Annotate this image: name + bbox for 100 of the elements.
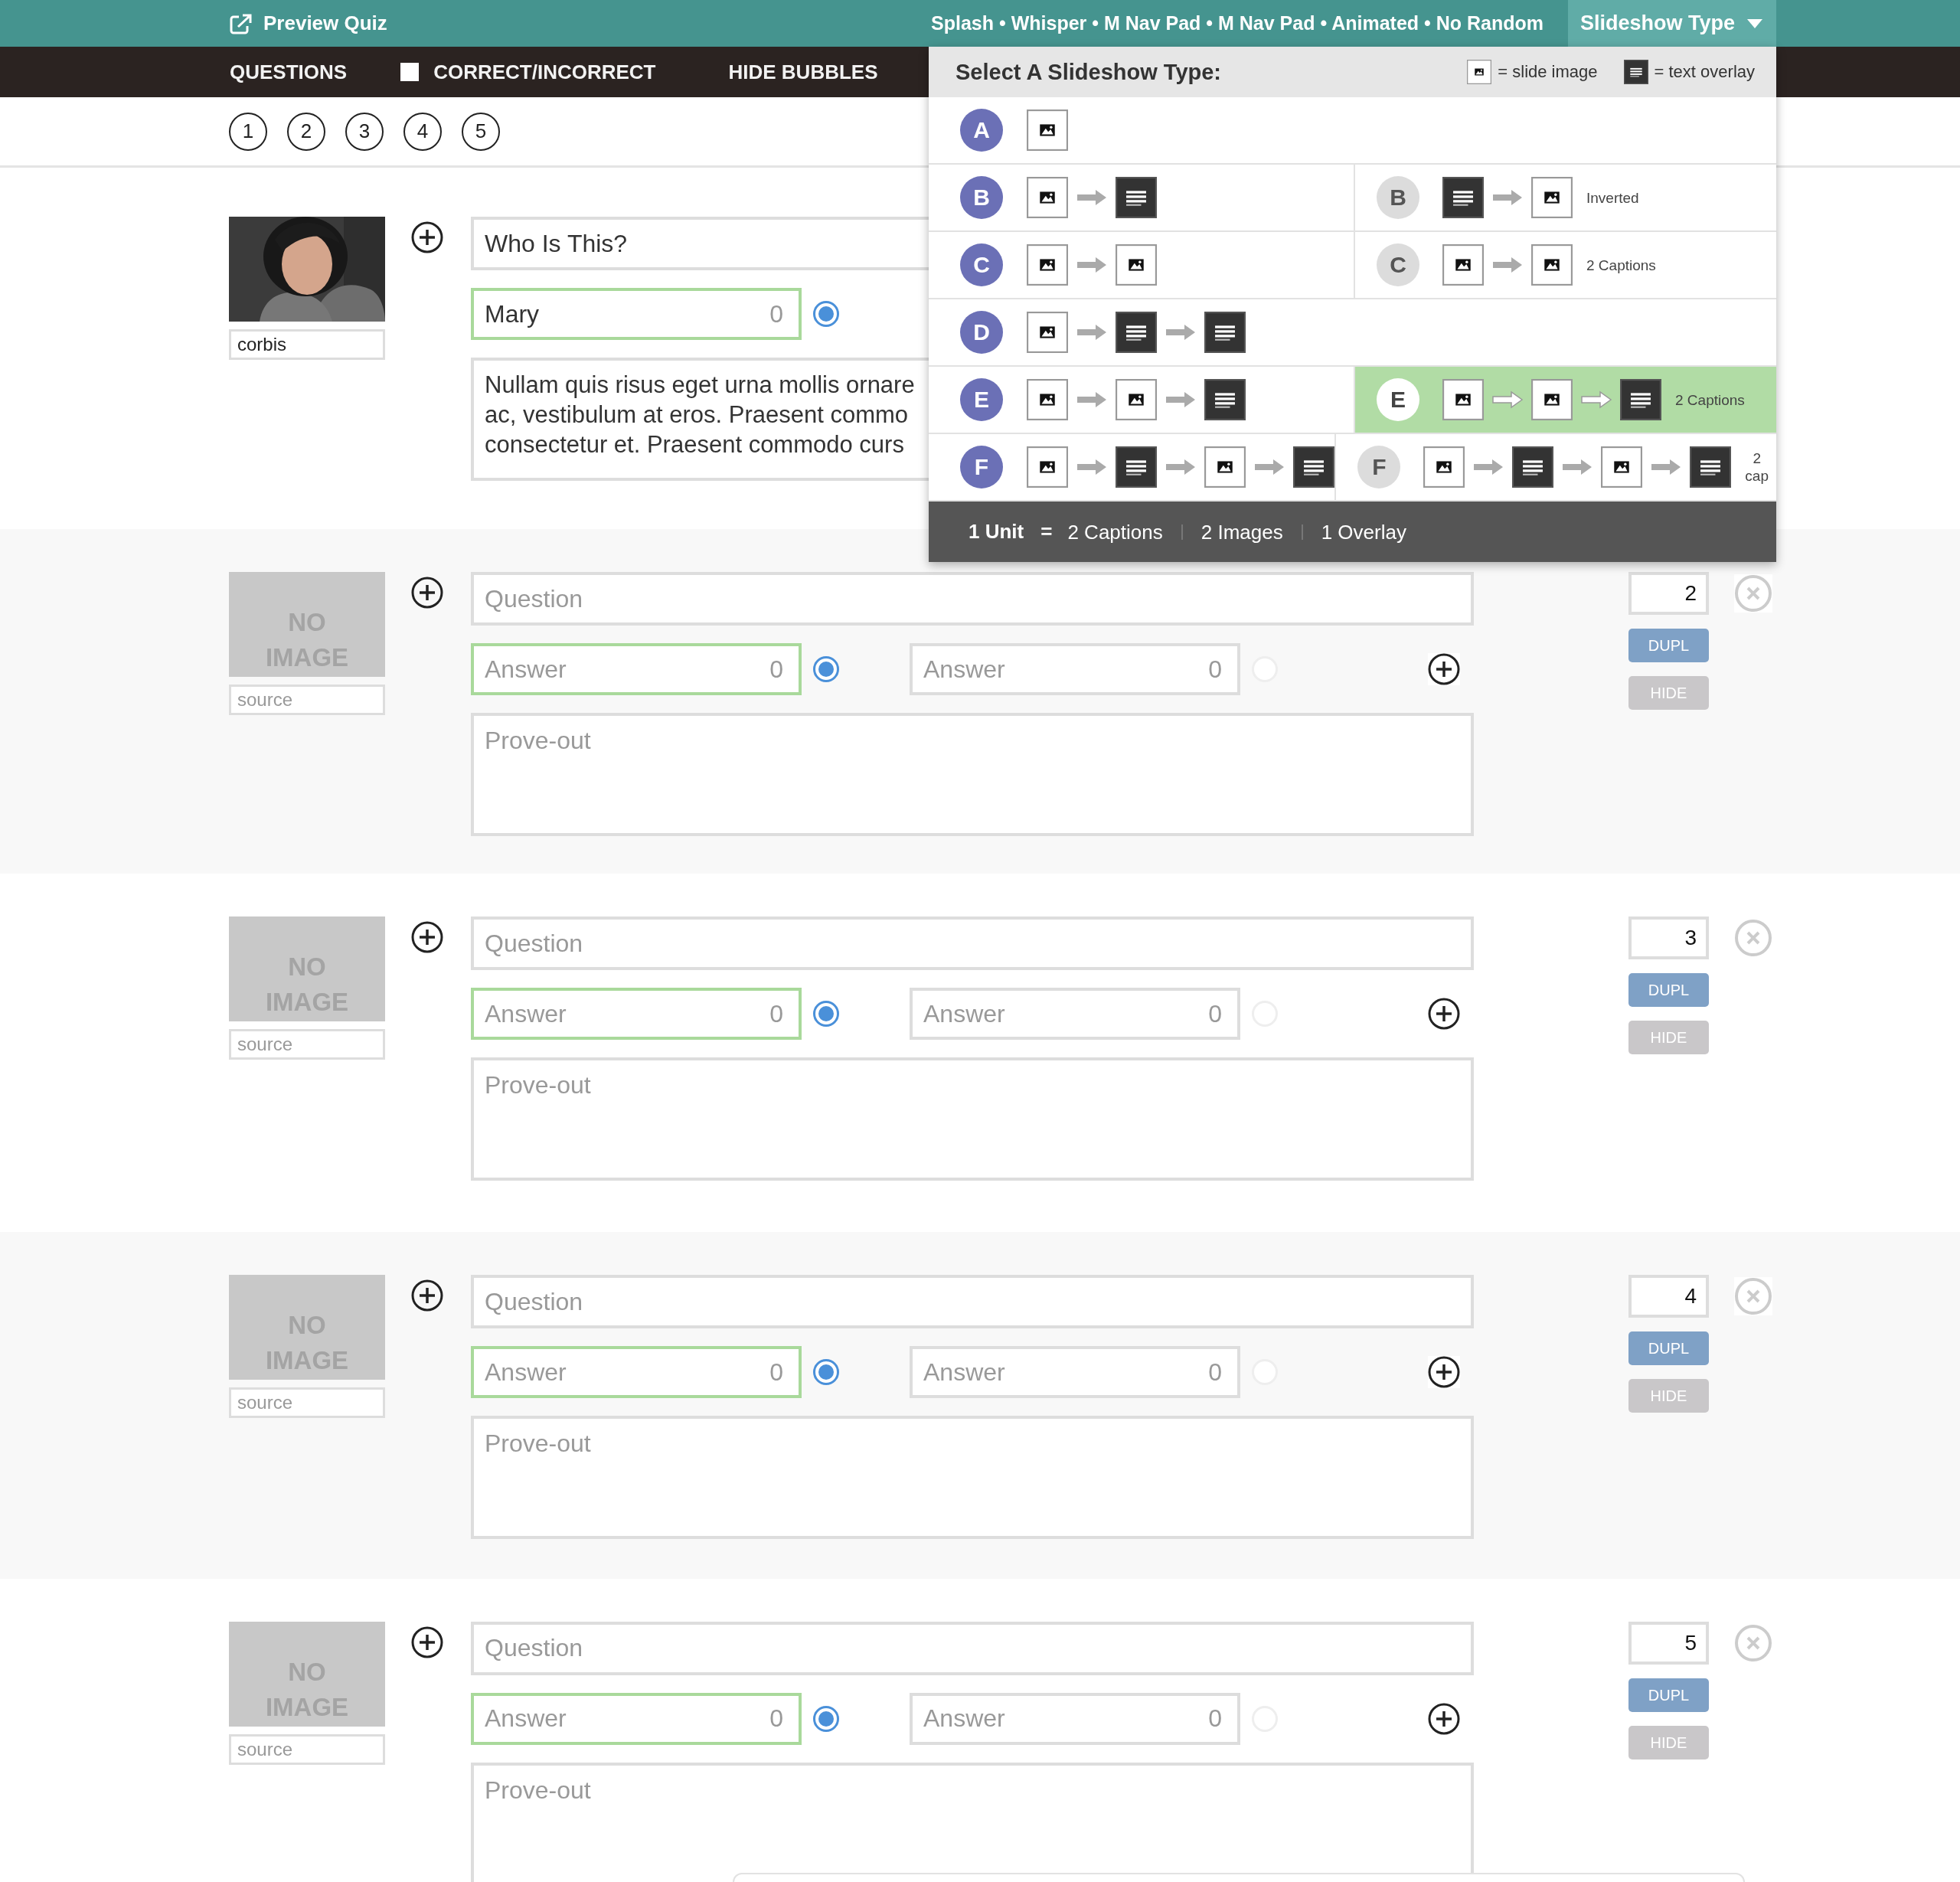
option-note: 2 Captions xyxy=(1675,390,1745,409)
prove-out-field[interactable]: Prove-out xyxy=(471,1762,1474,1882)
answer-field[interactable]: Answer 0 xyxy=(910,643,1240,695)
arrow-icon xyxy=(1491,188,1524,207)
nav-link[interactable]: QUESTIONS xyxy=(230,60,348,84)
image-frame-icon xyxy=(1116,379,1157,420)
slideshow-option[interactable]: B Inverted xyxy=(1355,165,1776,230)
text-overlay-icon xyxy=(1204,312,1246,353)
answer-field[interactable]: Answer 0 xyxy=(910,988,1240,1040)
question-number-button[interactable]: 1 xyxy=(229,112,267,151)
text-overlay-icon xyxy=(1116,446,1157,488)
source-field[interactable]: source xyxy=(229,1387,385,1418)
correct-radio[interactable] xyxy=(813,1359,839,1385)
nav-label[interactable]: CORRECT/INCORRECT xyxy=(433,60,656,84)
question-number-button[interactable]: 3 xyxy=(345,112,384,151)
source-field[interactable]: source xyxy=(229,1029,385,1060)
answer-field[interactable]: Answer 0 xyxy=(471,988,802,1040)
arrow-icon xyxy=(1076,188,1108,207)
points-label: 0 xyxy=(769,999,783,1028)
correct-radio[interactable] xyxy=(813,1705,839,1732)
slideshow-option[interactable]: E xyxy=(929,367,1355,433)
slideshow-option[interactable]: F 2 cap xyxy=(1336,434,1776,500)
points-label: 0 xyxy=(1208,999,1222,1028)
text-overlay-icon xyxy=(1116,312,1157,353)
source-field[interactable]: source xyxy=(229,685,385,715)
legend-label: = text overlay xyxy=(1654,62,1755,82)
image-frame-icon xyxy=(1531,177,1573,218)
question-field[interactable]: Question xyxy=(471,1275,1474,1328)
question-number-button[interactable]: 4 xyxy=(403,112,442,151)
points-label: 0 xyxy=(769,655,783,684)
source-field[interactable]: source xyxy=(229,1734,385,1765)
slideshow-option[interactable]: C 2 Captions xyxy=(1355,232,1776,298)
legend-label: = slide image xyxy=(1498,62,1598,82)
correct-radio[interactable] xyxy=(813,301,839,327)
question-number-button[interactable]: 2 xyxy=(287,112,325,151)
add-icon[interactable] xyxy=(411,577,443,609)
image-frame-icon xyxy=(1027,312,1068,353)
checkbox[interactable] xyxy=(400,63,420,81)
slideshow-option[interactable]: C xyxy=(929,232,1355,298)
points-label: 0 xyxy=(1208,1704,1222,1733)
answer-field[interactable]: Answer 0 xyxy=(910,1346,1240,1398)
add-icon[interactable] xyxy=(411,1626,443,1658)
letter-badge: C xyxy=(1377,243,1419,286)
add-answer-icon[interactable] xyxy=(1428,653,1460,685)
image-frame-icon xyxy=(1601,446,1643,488)
question-field[interactable]: Question xyxy=(471,916,1474,970)
slideshow-option[interactable]: B xyxy=(929,165,1355,230)
answer-field[interactable]: Answer 0 xyxy=(471,1346,802,1398)
prove-out-field[interactable]: Prove-out xyxy=(471,1416,1474,1539)
answer-field[interactable]: Answer 0 xyxy=(910,1692,1240,1745)
menu-title: Select A Slideshow Type: xyxy=(956,59,1221,85)
answer-field[interactable]: Mary 0 xyxy=(471,288,802,340)
text-overlay-icon xyxy=(1512,446,1554,488)
nav-link[interactable]: HIDE BUBBLES xyxy=(728,60,878,84)
order-number-field[interactable]: 4 xyxy=(1628,1275,1709,1318)
slideshow-type-dropdown[interactable]: Slideshow Type xyxy=(1568,0,1776,47)
duplicate-button[interactable]: DUPL xyxy=(1628,1678,1709,1712)
slideshow-option[interactable]: F xyxy=(929,434,1337,500)
text-overlay-icon xyxy=(1690,446,1732,488)
add-answer-icon[interactable] xyxy=(1428,1702,1460,1735)
order-number-field[interactable]: 2 xyxy=(1628,572,1709,615)
correct-radio[interactable] xyxy=(813,1001,839,1027)
add-icon[interactable] xyxy=(411,921,443,953)
letter-badge: F xyxy=(960,446,1003,488)
duplicate-button[interactable]: DUPL xyxy=(1628,629,1709,662)
answer-field[interactable]: Answer 0 xyxy=(471,1692,802,1745)
image-frame-icon xyxy=(1442,244,1484,286)
arrow-icon xyxy=(1491,256,1524,274)
external-link-icon xyxy=(230,12,253,34)
add-icon[interactable] xyxy=(411,1279,443,1312)
order-number-field[interactable]: 5 xyxy=(1628,1622,1709,1665)
points-label: 0 xyxy=(769,299,783,328)
image-frame-icon xyxy=(1531,379,1573,420)
equals-label: = xyxy=(1040,520,1053,544)
question-field[interactable]: Question xyxy=(471,1622,1474,1675)
slideshow-option[interactable]: E 2 Captions xyxy=(1355,367,1776,433)
slideshow-option[interactable]: D xyxy=(929,299,1776,365)
option-note: cap xyxy=(1745,467,1769,485)
slideshow-option[interactable]: A xyxy=(929,97,1776,163)
prove-out-field[interactable]: Prove-out xyxy=(471,713,1474,836)
add-answer-icon[interactable] xyxy=(1428,1356,1460,1388)
duplicate-button[interactable]: DUPL xyxy=(1628,1331,1709,1365)
answer-field[interactable]: Answer 0 xyxy=(471,643,802,695)
prove-out-field[interactable]: Prove-out xyxy=(471,1057,1474,1181)
preview-quiz-link[interactable]: Preview Quiz xyxy=(230,11,387,35)
order-number-field[interactable]: 3 xyxy=(1628,916,1709,959)
correct-radio[interactable] xyxy=(813,656,839,682)
question-number-button[interactable]: 5 xyxy=(462,112,500,151)
add-answer-icon[interactable] xyxy=(1428,998,1460,1030)
arrow-icon xyxy=(1076,323,1108,341)
image-frame-icon xyxy=(1531,244,1573,286)
add-icon[interactable] xyxy=(411,221,443,253)
unit-label: 1 Unit xyxy=(969,520,1024,544)
source-field[interactable]: corbis xyxy=(229,329,385,360)
text-overlay-icon xyxy=(1620,379,1661,420)
arrow-icon xyxy=(1253,458,1285,476)
image-frame-icon xyxy=(1442,379,1484,420)
duplicate-button[interactable]: DUPL xyxy=(1628,973,1709,1007)
question-field[interactable]: Question xyxy=(471,572,1474,626)
text-overlay-icon xyxy=(1204,379,1246,420)
